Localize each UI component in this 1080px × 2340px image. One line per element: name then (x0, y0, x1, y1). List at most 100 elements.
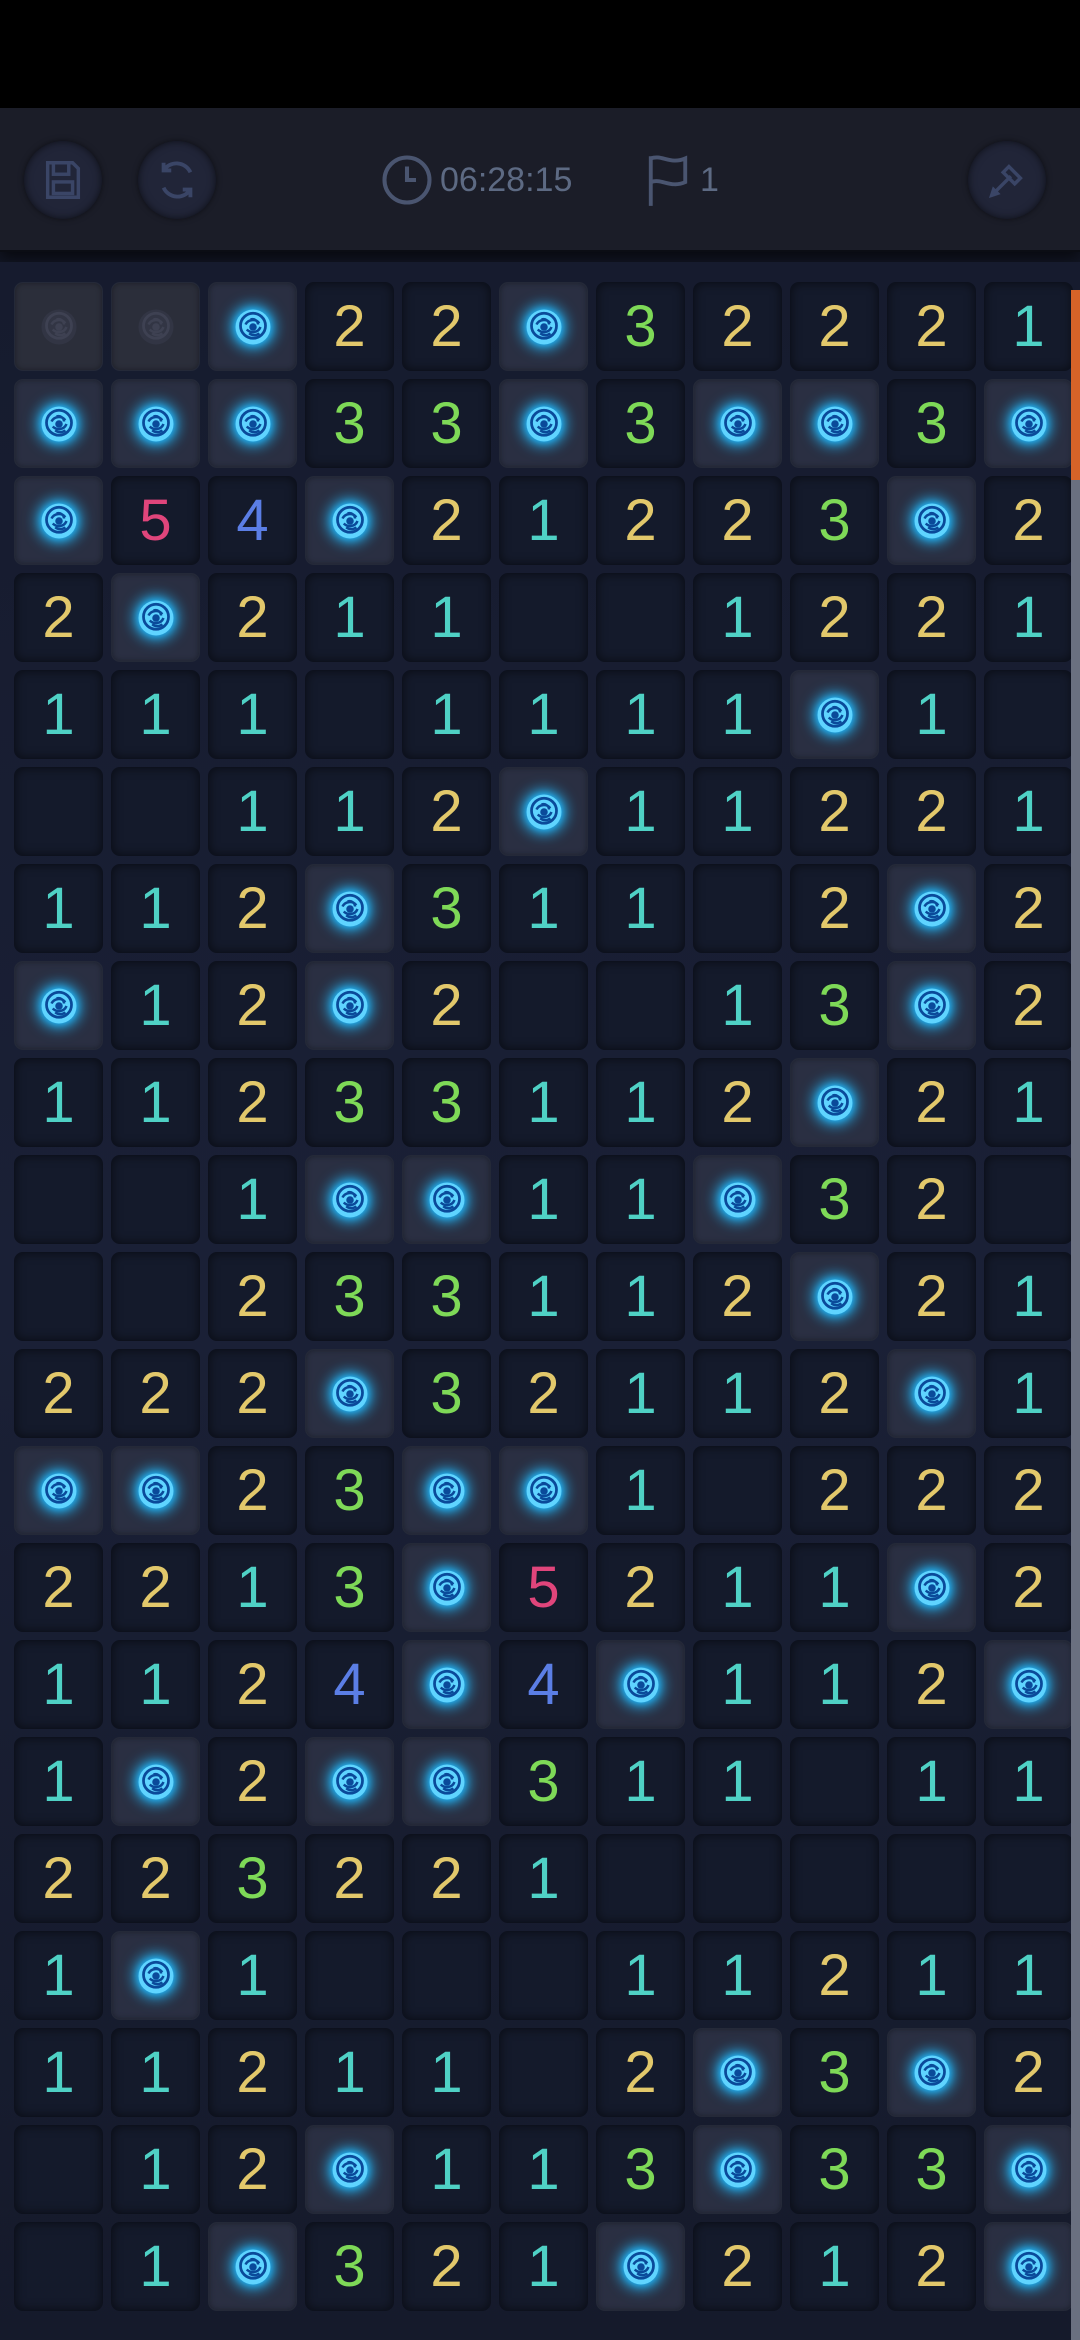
empty-cell[interactable] (693, 864, 782, 953)
mine-cell[interactable] (111, 1446, 200, 1535)
mine-cell[interactable] (305, 1349, 394, 1438)
mine-cell[interactable] (402, 1446, 491, 1535)
number-cell[interactable]: 1 (984, 1737, 1073, 1826)
number-cell[interactable]: 2 (790, 1931, 879, 2020)
number-cell[interactable]: 3 (402, 1252, 491, 1341)
number-cell[interactable]: 5 (499, 1543, 588, 1632)
empty-cell[interactable] (14, 2125, 103, 2214)
empty-cell[interactable] (499, 573, 588, 662)
mine-cell[interactable] (790, 1252, 879, 1341)
number-cell[interactable]: 2 (208, 1737, 297, 1826)
number-cell[interactable]: 1 (596, 767, 685, 856)
mine-cell[interactable] (305, 864, 394, 953)
mine-cell[interactable] (790, 1058, 879, 1147)
mine-cell[interactable] (14, 961, 103, 1050)
number-cell[interactable]: 1 (111, 2222, 200, 2311)
number-cell[interactable]: 2 (596, 2028, 685, 2117)
number-cell[interactable]: 1 (693, 767, 782, 856)
number-cell[interactable]: 2 (887, 1252, 976, 1341)
number-cell[interactable]: 2 (693, 476, 782, 565)
mine-cell[interactable] (305, 1737, 394, 1826)
number-cell[interactable]: 3 (499, 1737, 588, 1826)
number-cell[interactable]: 3 (305, 1058, 394, 1147)
number-cell[interactable]: 1 (693, 1543, 782, 1632)
mine-cell[interactable] (984, 1640, 1073, 1729)
number-cell[interactable]: 1 (499, 670, 588, 759)
mine-cell[interactable] (499, 1446, 588, 1535)
number-cell[interactable]: 1 (984, 282, 1073, 371)
number-cell[interactable]: 3 (208, 1834, 297, 1923)
mine-cell[interactable] (887, 476, 976, 565)
number-cell[interactable]: 1 (14, 864, 103, 953)
number-cell[interactable]: 1 (887, 670, 976, 759)
number-cell[interactable]: 3 (305, 1543, 394, 1632)
mine-cell[interactable] (402, 1640, 491, 1729)
number-cell[interactable]: 2 (887, 1058, 976, 1147)
number-cell[interactable]: 2 (14, 1834, 103, 1923)
number-cell[interactable]: 3 (790, 476, 879, 565)
number-cell[interactable]: 1 (14, 670, 103, 759)
number-cell[interactable]: 2 (887, 1446, 976, 1535)
mine-cell[interactable] (111, 379, 200, 468)
number-cell[interactable]: 1 (111, 2028, 200, 2117)
mine-cell[interactable] (984, 2125, 1073, 2214)
number-cell[interactable]: 1 (499, 2125, 588, 2214)
empty-cell[interactable] (693, 1446, 782, 1535)
number-cell[interactable]: 2 (208, 1446, 297, 1535)
number-cell[interactable]: 1 (499, 864, 588, 953)
number-cell[interactable]: 2 (887, 573, 976, 662)
number-cell[interactable]: 2 (596, 476, 685, 565)
mine-cell[interactable] (596, 2222, 685, 2311)
empty-cell[interactable] (984, 1155, 1073, 1244)
empty-cell[interactable] (14, 1155, 103, 1244)
number-cell[interactable]: 1 (14, 2028, 103, 2117)
number-cell[interactable]: 5 (111, 476, 200, 565)
mine-cell[interactable] (887, 2028, 976, 2117)
number-cell[interactable]: 2 (887, 2222, 976, 2311)
number-cell[interactable]: 1 (14, 1931, 103, 2020)
number-cell[interactable]: 2 (887, 282, 976, 371)
number-cell[interactable]: 1 (305, 573, 394, 662)
number-cell[interactable]: 1 (402, 2125, 491, 2214)
empty-cell[interactable] (596, 573, 685, 662)
mine-cell[interactable] (14, 282, 103, 371)
number-cell[interactable]: 2 (887, 1155, 976, 1244)
number-cell[interactable]: 1 (208, 670, 297, 759)
number-cell[interactable]: 1 (596, 1931, 685, 2020)
number-cell[interactable]: 1 (984, 767, 1073, 856)
save-button[interactable] (24, 141, 102, 219)
number-cell[interactable]: 1 (790, 2222, 879, 2311)
empty-cell[interactable] (693, 1834, 782, 1923)
empty-cell[interactable] (596, 961, 685, 1050)
number-cell[interactable]: 1 (499, 2222, 588, 2311)
number-cell[interactable]: 3 (305, 1252, 394, 1341)
number-cell[interactable]: 4 (499, 1640, 588, 1729)
mine-cell[interactable] (14, 379, 103, 468)
scrollbar-thumb[interactable] (1071, 290, 1080, 480)
number-cell[interactable]: 4 (208, 476, 297, 565)
number-cell[interactable]: 3 (596, 379, 685, 468)
number-cell[interactable]: 1 (14, 1640, 103, 1729)
mine-cell[interactable] (693, 2028, 782, 2117)
mine-cell[interactable] (499, 379, 588, 468)
number-cell[interactable]: 3 (402, 379, 491, 468)
mine-cell[interactable] (984, 2222, 1073, 2311)
mine-cell[interactable] (305, 1155, 394, 1244)
mine-cell[interactable] (887, 1349, 976, 1438)
number-cell[interactable]: 2 (693, 2222, 782, 2311)
number-cell[interactable]: 2 (402, 767, 491, 856)
number-cell[interactable]: 2 (111, 1543, 200, 1632)
empty-cell[interactable] (499, 1931, 588, 2020)
number-cell[interactable]: 3 (305, 379, 394, 468)
number-cell[interactable]: 2 (499, 1349, 588, 1438)
mine-cell[interactable] (208, 282, 297, 371)
mine-cell[interactable] (14, 476, 103, 565)
number-cell[interactable]: 3 (887, 2125, 976, 2214)
number-cell[interactable]: 1 (693, 670, 782, 759)
mine-cell[interactable] (402, 1737, 491, 1826)
number-cell[interactable]: 1 (111, 1058, 200, 1147)
number-cell[interactable]: 1 (984, 573, 1073, 662)
empty-cell[interactable] (111, 767, 200, 856)
mine-cell[interactable] (402, 1155, 491, 1244)
mine-cell[interactable] (111, 1737, 200, 1826)
